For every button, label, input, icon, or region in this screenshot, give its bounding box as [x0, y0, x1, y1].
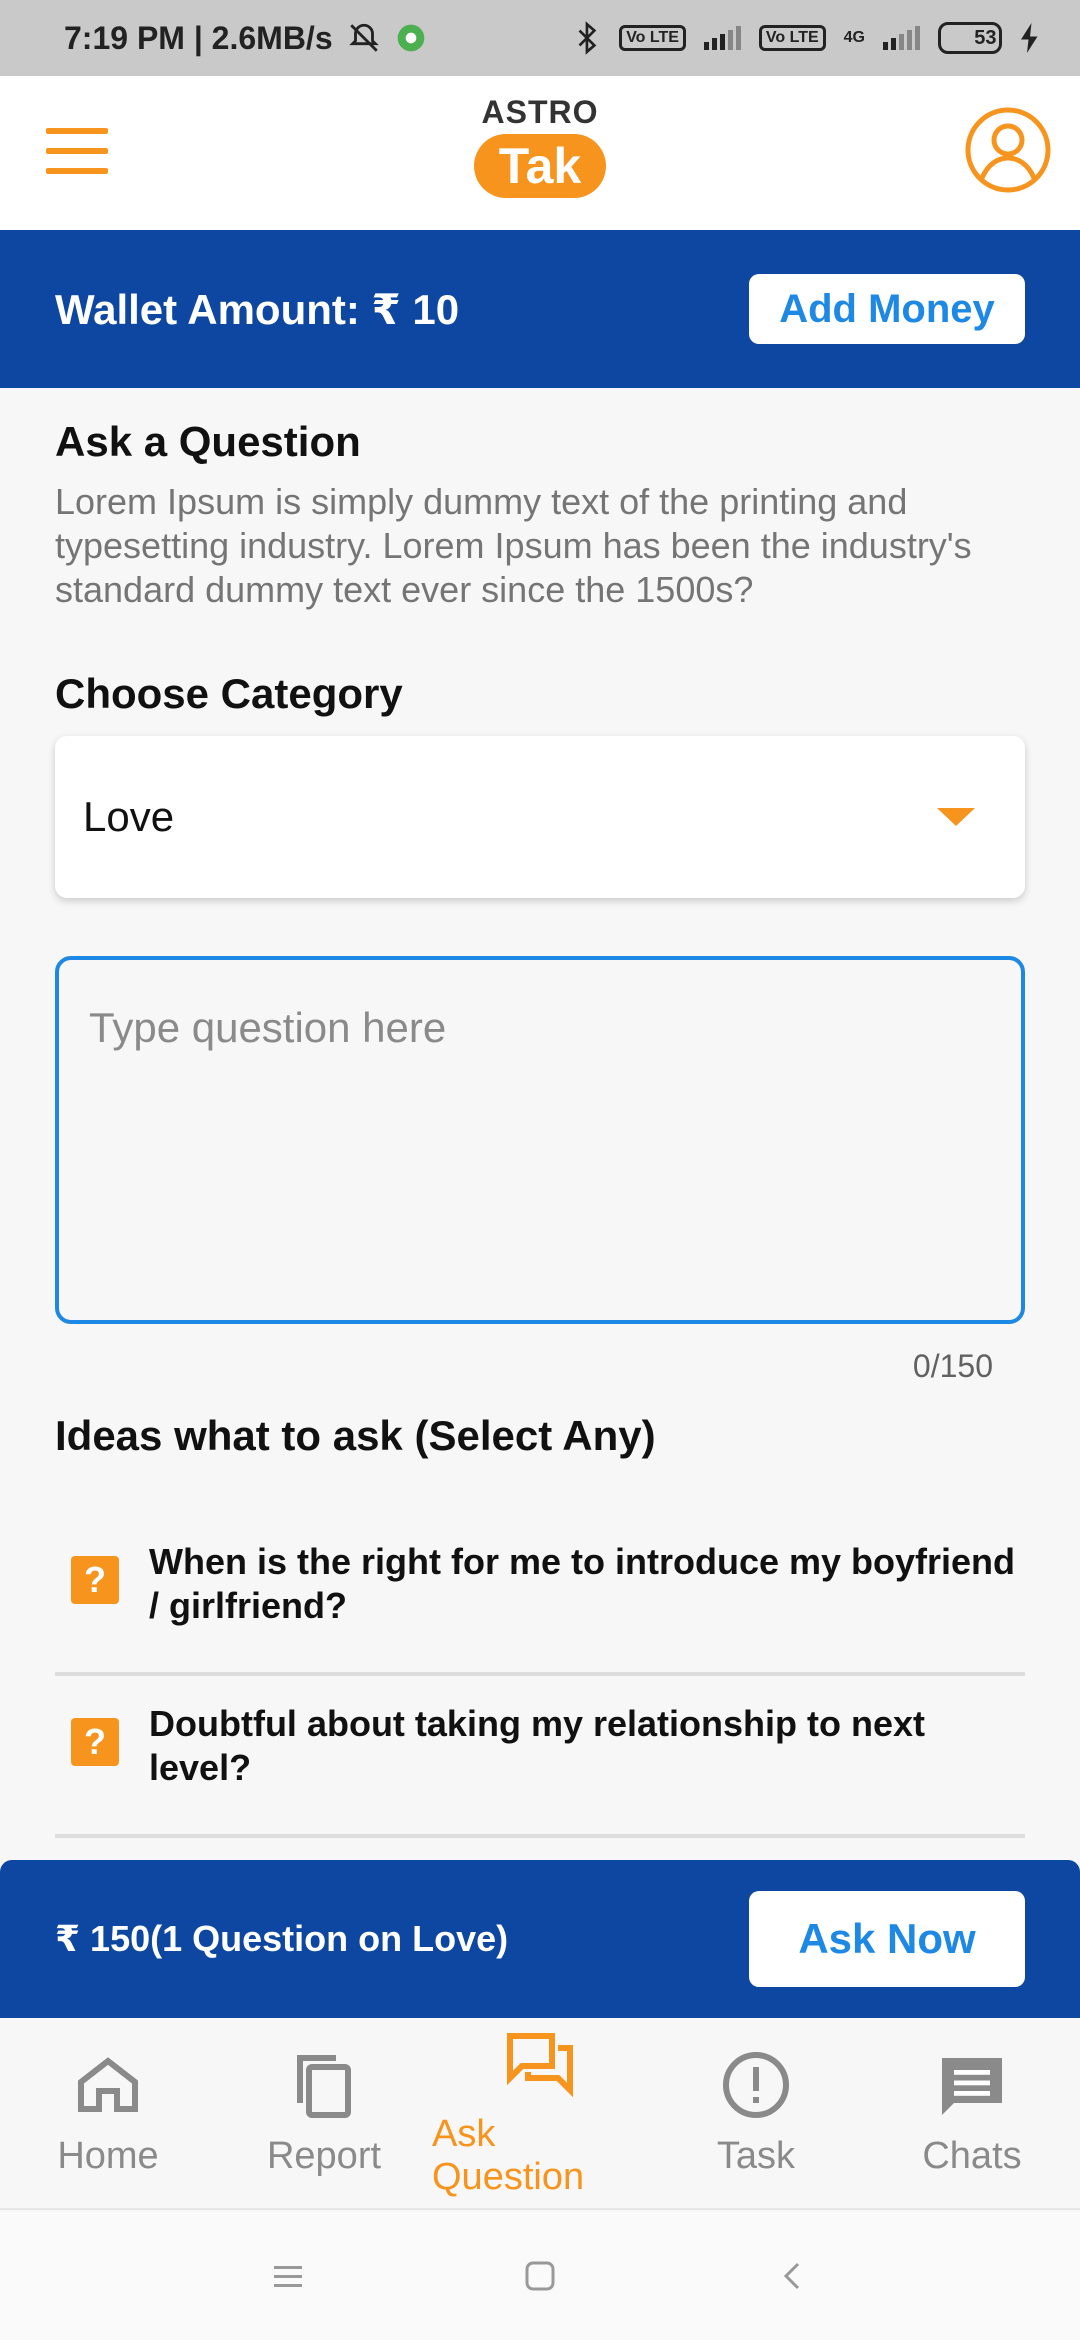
volte-badge-2: Vo LTE	[758, 25, 826, 51]
app-notification-icon	[397, 24, 424, 52]
nav-label-task: Task	[716, 2134, 796, 2177]
app-header: ASTRO Tak	[0, 76, 1080, 230]
chat-bubbles-icon	[507, 2033, 573, 2098]
ask-now-button[interactable]: Ask Now	[749, 1891, 1025, 1987]
page-description: Lorem Ipsum is simply dummy text of the …	[55, 481, 972, 610]
volte-badge-1: Vo LTE	[619, 25, 686, 51]
nav-label-ask-question: Ask Question	[432, 2113, 585, 2198]
bell-off-icon	[348, 23, 379, 52]
status-time: 7:19 PM | 2.6MB/s	[64, 19, 333, 56]
nav-item-ask-question[interactable]: Ask Question	[432, 2018, 648, 2208]
nav-label-home: Home	[57, 2134, 159, 2177]
idea-text: Doubtful about taking my relationship to…	[149, 1703, 926, 1788]
message-icon	[942, 2057, 1002, 2115]
battery-level: 53	[974, 26, 997, 49]
category-heading: Choose Category	[55, 670, 403, 717]
nav-item-chats[interactable]: Chats	[864, 2018, 1080, 2208]
question-price: ₹ 150(1 Question on Love)	[55, 1918, 509, 1959]
bottom-nav: Home Report Ask Question Task Chats	[0, 2018, 1080, 2210]
nav-label-chats: Chats	[922, 2134, 1022, 2177]
astrotak-logo: ASTRO Tak	[470, 94, 610, 206]
back-icon[interactable]	[772, 2256, 812, 2296]
nav-item-report[interactable]: Report	[216, 2018, 432, 2208]
status-left: 7:19 PM | 2.6MB/s	[64, 20, 427, 57]
page-title: Ask a Question	[55, 418, 361, 465]
recent-apps-icon[interactable]	[268, 2256, 308, 2296]
ask-now-bar: ₹ 150(1 Question on Love) Ask Now	[0, 1860, 1080, 2018]
system-nav-bar	[0, 2212, 1080, 2340]
question-input[interactable]	[59, 960, 1021, 1320]
signal-icon-1	[703, 26, 741, 50]
status-bar: 7:19 PM | 2.6MB/s Vo LTE Vo LTE 4G 53	[0, 0, 1080, 76]
nav-label-report: Report	[266, 2134, 382, 2177]
logo-top-text: ASTRO	[481, 94, 599, 130]
wallet-amount: Wallet Amount: ₹ 10	[55, 285, 460, 333]
alert-icon	[723, 2051, 789, 2118]
question-mark-icon: ?	[71, 1718, 119, 1766]
bluetooth-icon	[578, 21, 597, 55]
category-dropdown[interactable]: Love	[55, 736, 1025, 898]
network-type: 4G	[843, 29, 865, 46]
charging-icon	[1021, 23, 1038, 53]
home-icon	[78, 2056, 138, 2112]
home-button-icon[interactable]	[520, 2256, 560, 2296]
chevron-down-icon	[937, 808, 975, 826]
status-right: Vo LTE Vo LTE 4G 53	[575, 21, 1040, 55]
profile-icon[interactable]	[964, 106, 1052, 194]
character-counter: 0/150	[912, 1348, 993, 1384]
signal-icon-2	[883, 26, 920, 50]
battery-icon: 53	[938, 22, 1002, 54]
logo-pill-text: Tak	[474, 134, 606, 198]
idea-item-2[interactable]: ? Doubtful about taking my relationship …	[55, 1702, 1025, 1838]
question-input-box[interactable]	[55, 956, 1025, 1324]
category-selected-value: Love	[83, 793, 175, 840]
add-money-button[interactable]: Add Money	[749, 274, 1025, 344]
report-icon	[297, 2054, 351, 2118]
idea-text: When is the right for me to introduce my…	[149, 1541, 1016, 1626]
question-mark-icon: ?	[71, 1556, 119, 1604]
hamburger-menu-icon[interactable]	[46, 128, 108, 174]
nav-item-home[interactable]: Home	[0, 2018, 216, 2208]
ideas-heading: Ideas what to ask (Select Any)	[55, 1412, 656, 1459]
idea-item-1[interactable]: ? When is the right for me to introduce …	[55, 1540, 1025, 1676]
wallet-bar: Wallet Amount: ₹ 10 Add Money	[0, 230, 1080, 388]
nav-item-task[interactable]: Task	[648, 2018, 864, 2208]
